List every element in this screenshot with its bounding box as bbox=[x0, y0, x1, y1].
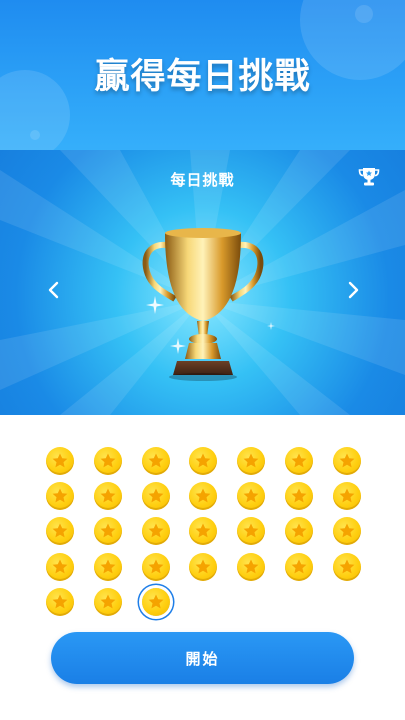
coin[interactable] bbox=[93, 447, 122, 475]
coin[interactable] bbox=[46, 482, 74, 511]
coin[interactable] bbox=[285, 447, 313, 475]
star-icon bbox=[148, 594, 163, 609]
trophy-icon[interactable] bbox=[358, 167, 380, 187]
star-icon bbox=[339, 559, 355, 573]
coin[interactable] bbox=[285, 552, 313, 581]
coin[interactable] bbox=[93, 587, 122, 616]
star-icon bbox=[100, 453, 116, 468]
star-icon bbox=[52, 453, 68, 468]
star-icon bbox=[195, 523, 211, 538]
star-icon bbox=[148, 453, 163, 468]
coin[interactable] bbox=[332, 447, 361, 475]
coin[interactable] bbox=[237, 447, 266, 475]
star-icon bbox=[243, 523, 259, 538]
star-icon bbox=[243, 559, 259, 573]
star-icon bbox=[195, 559, 211, 573]
banner-title: 贏得每日挑戰 bbox=[94, 57, 311, 97]
coin-current[interactable] bbox=[141, 587, 170, 616]
star-icon bbox=[52, 488, 68, 503]
star-icon bbox=[100, 594, 116, 609]
chevron-right-icon[interactable] bbox=[341, 278, 365, 302]
challenge-coins-grid bbox=[46, 447, 366, 617]
chevron-left-icon[interactable] bbox=[42, 278, 66, 302]
star-icon bbox=[148, 488, 163, 503]
coin[interactable] bbox=[332, 517, 361, 546]
star-icon bbox=[148, 523, 163, 538]
challenge-hero: 每日挑戰 bbox=[0, 150, 405, 415]
star-icon bbox=[243, 453, 259, 468]
coin[interactable] bbox=[46, 447, 74, 475]
star-icon bbox=[100, 559, 116, 573]
trophy-image bbox=[142, 228, 264, 381]
hero-title: 每日挑戰 bbox=[170, 171, 235, 189]
coin[interactable] bbox=[189, 482, 218, 511]
coin[interactable] bbox=[237, 482, 266, 511]
star-icon bbox=[339, 488, 355, 503]
star-icon bbox=[291, 453, 307, 468]
coin[interactable] bbox=[285, 482, 313, 511]
coin[interactable] bbox=[189, 552, 218, 581]
coin[interactable] bbox=[285, 517, 313, 546]
star-icon bbox=[100, 488, 116, 503]
coin[interactable] bbox=[141, 447, 170, 475]
star-icon bbox=[148, 559, 163, 573]
header-banner: 贏得每日挑戰 bbox=[0, 0, 405, 160]
coin[interactable] bbox=[46, 587, 74, 616]
coin[interactable] bbox=[93, 482, 122, 511]
start-button[interactable]: 開始 bbox=[51, 632, 354, 684]
coin[interactable] bbox=[332, 552, 361, 581]
star-icon bbox=[52, 594, 68, 609]
coin[interactable] bbox=[93, 517, 122, 546]
star-icon bbox=[52, 559, 68, 573]
coin[interactable] bbox=[141, 552, 170, 581]
star-icon bbox=[195, 488, 211, 503]
coin[interactable] bbox=[189, 517, 218, 546]
coin[interactable] bbox=[332, 482, 361, 511]
star-icon bbox=[339, 523, 355, 538]
coin[interactable] bbox=[237, 517, 266, 546]
coin[interactable] bbox=[141, 517, 170, 546]
star-icon bbox=[291, 559, 307, 573]
star-icon bbox=[291, 488, 307, 503]
coin[interactable] bbox=[141, 482, 170, 511]
star-icon bbox=[195, 453, 211, 468]
coin[interactable] bbox=[46, 517, 74, 546]
star-icon bbox=[339, 453, 355, 468]
coin[interactable] bbox=[93, 552, 122, 581]
coin[interactable] bbox=[237, 552, 266, 581]
coin[interactable] bbox=[46, 552, 74, 581]
star-icon bbox=[243, 488, 259, 503]
star-icon bbox=[291, 523, 307, 538]
star-icon bbox=[52, 523, 68, 538]
star-icon bbox=[100, 523, 116, 538]
coin[interactable] bbox=[189, 447, 218, 475]
